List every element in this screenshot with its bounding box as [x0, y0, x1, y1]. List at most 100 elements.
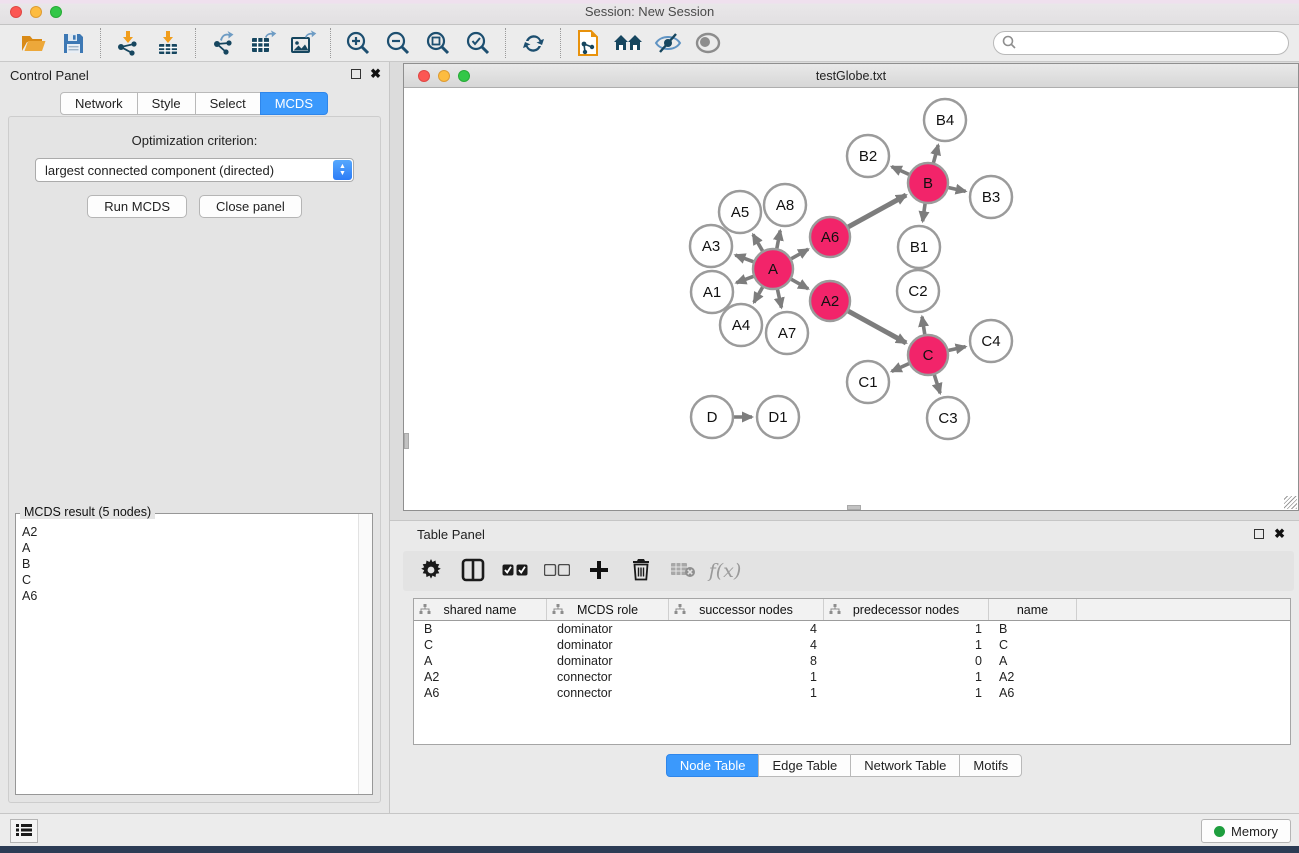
graph-edge-C-C2[interactable] — [922, 317, 925, 336]
close-table-panel-icon[interactable]: ✖ — [1274, 529, 1285, 539]
column-header-successor-nodes[interactable]: successor nodes — [669, 599, 824, 620]
graph-node-D1[interactable]: D1 — [757, 396, 799, 438]
horizontal-scroll-thumb[interactable] — [847, 505, 861, 510]
graph-node-B2[interactable]: B2 — [847, 135, 889, 177]
graph-node-B4[interactable]: B4 — [924, 99, 966, 141]
graph-edge-B-B4[interactable] — [933, 145, 938, 164]
resize-grip[interactable] — [1284, 496, 1297, 509]
tab-node-table[interactable]: Node Table — [666, 754, 760, 777]
function-builder-button[interactable]: f(x) — [709, 556, 741, 586]
graph-edge-A-A5[interactable] — [753, 235, 763, 252]
import-network-button[interactable] — [111, 28, 145, 58]
graph-edge-C-C1[interactable] — [892, 363, 910, 371]
graph-edge-A-A1[interactable] — [736, 276, 754, 283]
tab-network[interactable]: Network — [60, 92, 138, 115]
houses-button[interactable] — [611, 28, 645, 58]
tab-mcds[interactable]: MCDS — [260, 92, 328, 115]
graph-node-A7[interactable]: A7 — [766, 312, 808, 354]
graph-edge-A-A7[interactable] — [777, 289, 781, 308]
graph-node-C[interactable]: C — [908, 335, 948, 375]
graph-edge-A2-C[interactable] — [848, 311, 907, 343]
network-window-titlebar[interactable]: testGlobe.txt — [404, 64, 1298, 88]
tab-select[interactable]: Select — [195, 92, 261, 115]
graph-edge-B-B1[interactable] — [923, 203, 926, 221]
graph-node-A2[interactable]: A2 — [810, 281, 850, 321]
graph-node-B1[interactable]: B1 — [898, 226, 940, 268]
graph-node-A4[interactable]: A4 — [720, 304, 762, 346]
close-panel-button[interactable]: Close panel — [199, 195, 302, 218]
zoom-fit-button[interactable] — [421, 28, 455, 58]
split-panel-button[interactable] — [457, 556, 489, 586]
result-item[interactable]: A2 — [22, 524, 356, 540]
graph-node-A[interactable]: A — [753, 249, 793, 289]
column-header-name[interactable]: name — [989, 599, 1077, 620]
table-row[interactable]: A2connector11A2 — [414, 669, 1290, 685]
close-panel-icon[interactable]: ✖ — [370, 69, 381, 79]
graph-node-B[interactable]: B — [908, 163, 948, 203]
float-panel-icon[interactable] — [351, 69, 361, 79]
deselect-all-columns-button[interactable] — [541, 556, 573, 586]
network-canvas[interactable]: AA1A2A3A4A5A6A7A8BB1B2B3B4CC1C2C3C4DD1 — [404, 88, 1298, 510]
vertical-scroll-thumb[interactable] — [404, 433, 409, 449]
table-row[interactable]: A6connector11A6 — [414, 685, 1290, 701]
result-scrollbar[interactable] — [358, 514, 372, 794]
graph-node-D[interactable]: D — [691, 396, 733, 438]
open-session-button[interactable] — [16, 28, 50, 58]
search-field[interactable] — [993, 31, 1289, 55]
column-header-predecessor-nodes[interactable]: predecessor nodes — [824, 599, 989, 620]
refresh-button[interactable] — [516, 28, 550, 58]
graph-edge-B-B3[interactable] — [948, 187, 966, 191]
criterion-select[interactable]: largest connected component (directed) ▲… — [35, 158, 354, 182]
result-item[interactable]: B — [22, 556, 356, 572]
hide-graphics-details-button[interactable] — [651, 28, 685, 58]
graph-node-A8[interactable]: A8 — [764, 184, 806, 226]
result-item[interactable]: C — [22, 572, 356, 588]
import-table-button[interactable] — [151, 28, 185, 58]
zoom-out-button[interactable] — [381, 28, 415, 58]
graph-node-C2[interactable]: C2 — [897, 270, 939, 312]
graph-edge-C-C3[interactable] — [934, 374, 940, 393]
graph-edge-A-A3[interactable] — [735, 255, 754, 262]
graph-edge-C-C4[interactable] — [948, 347, 966, 351]
graph-edge-B-B2[interactable] — [892, 167, 910, 175]
zoom-selected-button[interactable] — [461, 28, 495, 58]
export-image-button[interactable] — [286, 28, 320, 58]
delete-table-button[interactable] — [667, 556, 699, 586]
column-header-MCDS-role[interactable]: MCDS role — [547, 599, 669, 620]
tab-style[interactable]: Style — [137, 92, 196, 115]
table-row[interactable]: Cdominator41C — [414, 637, 1290, 653]
show-graphics-details-button[interactable] — [691, 28, 725, 58]
show-tasks-button[interactable] — [10, 819, 38, 843]
run-mcds-button[interactable]: Run MCDS — [87, 195, 187, 218]
save-session-button[interactable] — [56, 28, 90, 58]
add-column-button[interactable] — [583, 556, 615, 586]
graph-edge-A-A6[interactable] — [790, 249, 808, 259]
export-table-button[interactable] — [246, 28, 280, 58]
column-header-shared-name[interactable]: shared name — [414, 599, 547, 620]
graph-node-B3[interactable]: B3 — [970, 176, 1012, 218]
table-row[interactable]: Adominator80A — [414, 653, 1290, 669]
delete-column-button[interactable] — [625, 556, 657, 586]
table-row[interactable]: Bdominator41B — [414, 621, 1290, 637]
tab-motifs[interactable]: Motifs — [959, 754, 1022, 777]
graph-edge-A6-B[interactable] — [848, 195, 907, 227]
graph-node-A6[interactable]: A6 — [810, 217, 850, 257]
graph-node-C3[interactable]: C3 — [927, 397, 969, 439]
float-table-panel-icon[interactable] — [1254, 529, 1264, 539]
network-from-document-button[interactable] — [571, 28, 605, 58]
memory-button[interactable]: Memory — [1201, 819, 1291, 843]
graph-node-C1[interactable]: C1 — [847, 361, 889, 403]
tab-network-table[interactable]: Network Table — [850, 754, 960, 777]
export-network-button[interactable] — [206, 28, 240, 58]
result-item[interactable]: A6 — [22, 588, 356, 604]
tab-edge-table[interactable]: Edge Table — [758, 754, 851, 777]
graph-edge-A-A2[interactable] — [790, 279, 808, 289]
graph-node-C4[interactable]: C4 — [970, 320, 1012, 362]
graph-node-A3[interactable]: A3 — [690, 225, 732, 267]
graph-edge-A-A8[interactable] — [777, 231, 781, 250]
graph-edge-A-A4[interactable] — [754, 286, 763, 302]
select-all-columns-button[interactable] — [499, 556, 531, 586]
graph-node-A5[interactable]: A5 — [719, 191, 761, 233]
table-settings-button[interactable] — [415, 556, 447, 586]
result-item[interactable]: A — [22, 540, 356, 556]
